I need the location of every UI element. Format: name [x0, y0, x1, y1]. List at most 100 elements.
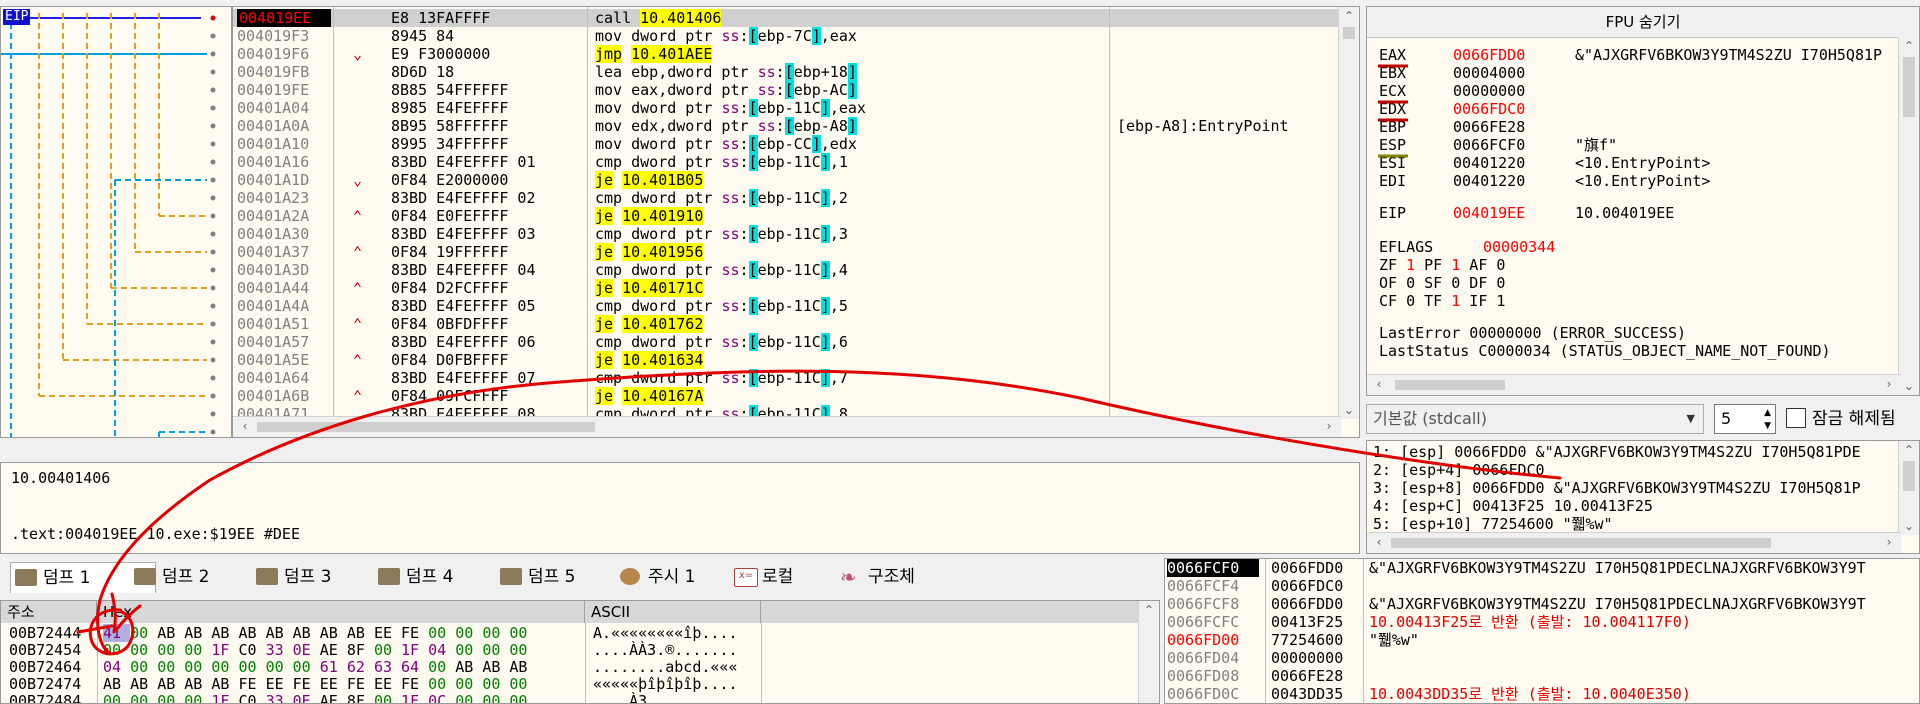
stack-row[interactable]: 0066FCFC 00413F25 10.00413F25로 반환 (출발: 10.… — [1165, 613, 1905, 631]
argument-row[interactable]: 4: [esp+C] 00413F25 10.00413F25 — [1373, 497, 1653, 515]
instruction-address: 00401A23 — [237, 189, 310, 207]
disasm-row[interactable]: 00401A4A 83BD E4FEFFFF 05 cmp dword ptr ss… — [233, 297, 1341, 315]
disasm-row[interactable]: 00401A6B ⌃ 0F84 09FCFFFF je 10.40167A — [233, 387, 1341, 405]
spin-up-icon[interactable]: ▲ — [1764, 407, 1771, 419]
stack-view[interactable]: 0066FCF0 0066FDD0 &"AJXGRFV6BKOW3Y9TM4S2ZU… — [1164, 558, 1920, 704]
dump-header-hex[interactable]: Hex — [97, 601, 585, 623]
lock-checkbox[interactable] — [1786, 408, 1806, 428]
argument-row[interactable]: 1: [esp] 0066FDD0 &"AJXGRFV6BKOW3Y9TM4S2… — [1373, 443, 1861, 461]
disasm-row[interactable]: 00401A37 ⌃ 0F84 19FFFFFF je 10.401956 — [233, 243, 1341, 261]
stack-address: 0066FD04 — [1167, 649, 1240, 667]
register-value[interactable]: 0066FE28 — [1453, 119, 1525, 135]
scroll-down-icon[interactable]: ⌄ — [1339, 401, 1359, 419]
register-value[interactable]: 0066FDD0 — [1453, 47, 1525, 63]
disasm-row[interactable]: 00401A30 83BD E4FEFFFF 03 cmp dword ptr ss… — [233, 225, 1341, 243]
args-hscroll[interactable]: ‹ › — [1367, 532, 1901, 553]
disasm-row[interactable]: 00401A0A 8B95 58FFFFFF mov edx,dword ptr s… — [233, 117, 1341, 135]
disasm-row[interactable]: 00401A64 83BD E4FEFFFF 07 cmp dword ptr ss… — [233, 369, 1341, 387]
register-value[interactable]: 004019EE — [1453, 205, 1525, 221]
args-vscroll[interactable]: ⌃ ⌄ — [1898, 441, 1919, 535]
disasm-row[interactable]: 004019FE 8B85 54FFFFFF mov eax,dword ptr s… — [233, 81, 1341, 99]
stack-row[interactable]: 0066FD0C 0043DD35 10.0043DD35로 반환 (출발: 10.… — [1165, 685, 1905, 703]
stack-value[interactable]: 0066FE28 — [1271, 667, 1343, 685]
scroll-left-icon[interactable]: ‹ — [237, 417, 253, 435]
disasm-row[interactable]: 004019FB 8D6D 18 lea ebp,dword ptr ss:[ebp… — [233, 63, 1341, 81]
register-value[interactable]: 0066FCF0 — [1453, 137, 1525, 153]
disasm-row[interactable]: 004019F6 ⌄ E9 F3000000 jmp 10.401AEE — [233, 45, 1341, 63]
fpu-toggle-button[interactable]: FPU 숨기기 — [1367, 7, 1919, 38]
disassembly-view[interactable]: 004019EE E8 13FAFFFF call 10.401406 004019F… — [232, 6, 1360, 438]
register-value[interactable]: 00000344 — [1483, 239, 1555, 255]
stack-row[interactable]: 0066FCF4 0066FDC0 — [1165, 577, 1905, 595]
dump-ascii[interactable]: A.««««««««îþ.... — [593, 625, 738, 642]
disasm-row[interactable]: 00401A1D ⌄ 0F84 E2000000 je 10.401B05 — [233, 171, 1341, 189]
disasm-row[interactable]: 00401A04 8985 E4FEFFFF mov dword ptr ss:[e… — [233, 99, 1341, 117]
scroll-right-icon[interactable]: › — [1321, 417, 1337, 435]
disasm-row[interactable]: 00401A3D 83BD E4FEFFFF 04 cmp dword ptr ss… — [233, 261, 1341, 279]
disasm-row[interactable]: 004019F3 8945 84 mov dword ptr ss:[ebp-7C]… — [233, 27, 1341, 45]
scroll-left-icon[interactable]: ‹ — [1371, 533, 1387, 551]
disasm-row[interactable]: 00401A2A ⌃ 0F84 E0FEFFFF je 10.401910 — [233, 207, 1341, 225]
disasm-vscroll[interactable]: ⌃ ⌄ — [1338, 7, 1359, 419]
regs-vscroll[interactable]: ⌃ ⌄ — [1898, 37, 1919, 395]
dump-vscroll[interactable]: ⌃ — [1138, 601, 1159, 703]
stack-value[interactable]: 0043DD35 — [1271, 685, 1343, 703]
disasm-row[interactable]: 004019EE E8 13FAFFFF call 10.401406 — [233, 9, 1341, 27]
arg-count-spinbox[interactable]: 5 ▲ ▼ — [1714, 404, 1776, 434]
disasm-hscroll[interactable]: ‹ › — [233, 416, 1341, 437]
scroll-up-icon[interactable]: ⌃ — [1339, 7, 1359, 25]
memory-dump[interactable]: 주소 Hex ASCII 00B72444 41 00 AB AB AB AB A… — [0, 600, 1160, 704]
register-value[interactable]: 00000000 — [1453, 83, 1525, 99]
disasm-row[interactable]: 00401A10 8995 34FFFFFF mov dword ptr ss:[e… — [233, 135, 1341, 153]
scroll-left-icon[interactable]: ‹ — [1371, 375, 1387, 393]
register-value[interactable]: 00401220 — [1453, 173, 1525, 189]
stack-row[interactable]: 0066FD04 00000000 — [1165, 649, 1905, 667]
dump-ascii[interactable]: ........abcd.««« — [593, 659, 738, 676]
dump-ascii[interactable]: ....À3.......... — [593, 693, 738, 704]
disasm-row[interactable]: 00401A23 83BD E4FEFFFF 02 cmp dword ptr ss… — [233, 189, 1341, 207]
stack-value[interactable]: 00000000 — [1271, 649, 1343, 667]
dump-header-ascii[interactable]: ASCII — [585, 601, 761, 623]
stack-row[interactable]: 0066FD00 77254600 "쮋%w" — [1165, 631, 1905, 649]
dump-hex[interactable]: 00 00 00 00 1F C0 33 0E AE 8F 00 1F 04 0… — [103, 642, 527, 659]
stack-value[interactable]: 0066FDC0 — [1271, 577, 1343, 595]
scroll-up-icon[interactable]: ⌃ — [1899, 37, 1919, 55]
dump-header-address[interactable]: 주소 — [1, 601, 97, 623]
disasm-row[interactable]: 00401A51 ⌃ 0F84 0BFDFFFF je 10.401762 — [233, 315, 1341, 333]
dump-hex[interactable]: AB AB AB AB AB FE EE FE EE FE EE FE 00 0… — [103, 676, 527, 693]
argument-row[interactable]: 2: [esp+4] 0066FDC0 — [1373, 461, 1545, 479]
stack-value[interactable]: 77254600 — [1271, 631, 1343, 649]
scroll-down-icon[interactable]: ⌄ — [1899, 517, 1919, 535]
stack-value[interactable]: 0066FDD0 — [1271, 595, 1343, 613]
argument-row[interactable]: 5: [esp+10] 77254600 "쮋%w" — [1373, 515, 1613, 533]
register-value[interactable]: 0066FDC0 — [1453, 101, 1525, 117]
scroll-right-icon[interactable]: › — [1881, 375, 1897, 393]
dump-ascii[interactable]: ....ÀÀ3.®....... — [593, 642, 738, 659]
disasm-row[interactable]: 00401A57 83BD E4FEFFFF 06 cmp dword ptr ss… — [233, 333, 1341, 351]
scroll-up-icon[interactable]: ⌃ — [1139, 601, 1159, 619]
dump-ascii[interactable]: «««««þîþîþîþ.... — [593, 676, 738, 693]
stack-row[interactable]: 0066FCF0 0066FDD0 &"AJXGRFV6BKOW3Y9TM4S2ZU… — [1165, 559, 1905, 577]
calling-convention-select[interactable]: 기본값 (stdcall) ▼ — [1366, 404, 1704, 434]
disasm-row[interactable]: 00401A5E ⌃ 0F84 D0FBFFFF je 10.401634 — [233, 351, 1341, 369]
disasm-row[interactable]: 00401A44 ⌃ 0F84 D2FCFFFF je 10.40171C — [233, 279, 1341, 297]
regs-hscroll[interactable]: ‹ › — [1367, 374, 1901, 395]
dump-hex[interactable]: 04 00 00 00 00 00 00 00 61 62 63 64 00 A… — [103, 659, 527, 676]
stack-row[interactable]: 0066FD08 0066FE28 — [1165, 667, 1905, 685]
stack-row[interactable]: 0066FCF8 0066FDD0 &"AJXGRFV6BKOW3Y9TM4S2ZU… — [1165, 595, 1905, 613]
spin-down-icon[interactable]: ▼ — [1764, 420, 1771, 432]
stack-value[interactable]: 0066FDD0 — [1271, 559, 1343, 577]
stack-value[interactable]: 00413F25 — [1271, 613, 1343, 631]
tab-8[interactable]: ❧ 구조체 — [836, 562, 968, 592]
scroll-up-icon[interactable]: ⌃ — [1899, 441, 1919, 459]
scroll-down-icon[interactable]: ⌄ — [1899, 377, 1919, 395]
register-value[interactable]: 00401220 — [1453, 155, 1525, 171]
instruction-address: 004019EE — [237, 9, 331, 27]
disasm-row[interactable]: 00401A16 83BD E4FEFFFF 01 cmp dword ptr ss… — [233, 153, 1341, 171]
instruction-bytes: 0F84 09FCFFFF — [391, 387, 509, 405]
dump-hex[interactable]: 41 00 AB AB AB AB AB AB AB AB EE FE 00 0… — [103, 624, 527, 642]
argument-row[interactable]: 3: [esp+8] 0066FDD0 &"AJXGRFV6BKOW3Y9TM4… — [1373, 479, 1861, 497]
register-value[interactable]: 00004000 — [1453, 65, 1525, 81]
scroll-right-icon[interactable]: › — [1881, 533, 1897, 551]
dump-hex[interactable]: 00 00 00 00 1F C0 33 0E AE 8F 00 1F 0C 0… — [103, 693, 527, 704]
